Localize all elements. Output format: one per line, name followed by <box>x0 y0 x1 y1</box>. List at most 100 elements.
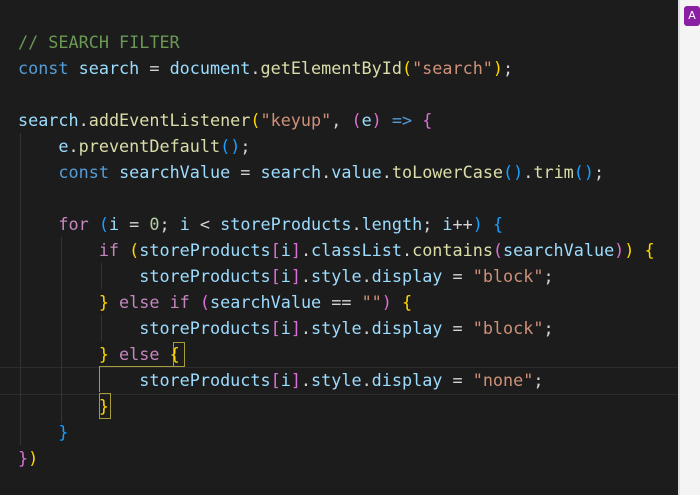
code-token: ; <box>543 318 554 338</box>
code-token: } <box>58 422 69 442</box>
code-token: . <box>78 110 89 130</box>
code-token: searchValue <box>503 240 615 260</box>
code-token: . <box>300 266 312 286</box>
code-token: ( <box>401 58 413 78</box>
code-line[interactable]: storeProducts[i].style.display = "block"… <box>18 315 554 341</box>
code-token: "block" <box>472 318 544 338</box>
code-editor[interactable]: // SEARCH FILTER const search = document.… <box>0 0 678 495</box>
code-token: . <box>321 162 332 182</box>
code-token: const <box>58 162 109 182</box>
code-token: storeProducts <box>139 266 271 286</box>
code-token: length <box>361 214 423 234</box>
code-token: i <box>280 370 291 390</box>
code-line[interactable]: storeProducts[i].style.display = "block"… <box>18 263 553 289</box>
code-line[interactable]: } <box>18 419 69 445</box>
code-token: storeProducts <box>139 240 271 260</box>
code-token: ( <box>351 110 362 130</box>
code-token: } <box>98 396 109 416</box>
code-token: style <box>311 370 362 390</box>
code-token: [ <box>270 370 281 390</box>
code-token: ] <box>290 370 301 390</box>
code-line[interactable]: storeProducts[i].style.display = "none"; <box>18 367 543 393</box>
code-token: const <box>18 58 69 78</box>
code-token: toLowerCase <box>391 162 504 182</box>
code-token: if <box>98 240 120 260</box>
code-token: == <box>321 292 362 312</box>
code-token: . <box>401 240 413 260</box>
code-token: ) <box>624 240 635 260</box>
code-token: = <box>442 370 473 390</box>
code-token: "" <box>361 292 382 312</box>
code-token: storeProducts <box>220 214 352 234</box>
code-token: [ <box>270 318 281 338</box>
code-token: . <box>361 318 372 338</box>
code-line[interactable]: }) <box>18 445 38 471</box>
code-token: . <box>300 370 312 390</box>
code-token: i <box>280 240 291 260</box>
code-token: contains <box>412 240 493 260</box>
code-token: classList <box>311 240 402 260</box>
code-token: = <box>230 162 261 182</box>
code-token: "block" <box>472 266 544 286</box>
code-token: "search" <box>412 58 493 78</box>
code-token: ; <box>503 58 514 78</box>
code-token: ( <box>199 292 211 312</box>
code-token: ) <box>492 58 504 78</box>
code-line[interactable]: // SEARCH FILTER <box>18 29 180 55</box>
code-token: < <box>189 214 221 234</box>
code-token: document <box>169 58 251 78</box>
code-line[interactable]: } else { <box>18 341 180 367</box>
code-token: ( <box>129 240 140 260</box>
code-line[interactable]: search.addEventListener("keyup", (e) => … <box>18 107 432 133</box>
code-line[interactable]: } <box>18 393 109 419</box>
code-line[interactable]: const searchValue = search.value.toLower… <box>18 159 604 185</box>
code-line[interactable]: e.preventDefault(); <box>18 133 250 159</box>
code-token: ] <box>290 318 301 338</box>
code-token: e <box>361 110 372 130</box>
code-token: getElementById <box>260 58 402 78</box>
code-token: "keyup" <box>260 110 332 130</box>
code-token: display <box>371 266 443 286</box>
code-line[interactable]: for (i = 0; i < storeProducts.length; i+… <box>18 211 503 237</box>
side-panel <box>678 0 700 495</box>
code-line[interactable]: if (storeProducts[i].classList.contains(… <box>18 237 655 263</box>
code-token: } <box>98 292 109 312</box>
code-token: if <box>169 292 190 312</box>
app-badge-icon[interactable]: A <box>684 6 700 26</box>
code-token: ; <box>422 214 443 234</box>
code-token: ++ <box>452 214 473 234</box>
code-token: = <box>139 58 170 78</box>
code-line[interactable]: } else if (searchValue == "") { <box>18 289 412 315</box>
code-token: trim <box>533 162 574 182</box>
code-token: "none" <box>472 370 534 390</box>
code-token: i <box>179 214 190 234</box>
code-line[interactable]: const search = document.getElementById("… <box>18 55 513 81</box>
code-token: for <box>58 214 89 234</box>
code-token: () <box>503 162 524 182</box>
code-token: . <box>523 162 534 182</box>
code-token: . <box>250 58 261 78</box>
code-token: value <box>331 162 382 182</box>
code-token: searchValue <box>119 162 231 182</box>
code-token: () <box>573 162 594 182</box>
code-token: () <box>220 136 241 156</box>
code-token: => <box>381 110 423 130</box>
code-token: ) <box>614 240 625 260</box>
code-token: [ <box>270 240 281 260</box>
code-token: ; <box>240 136 251 156</box>
code-token: // SEARCH FILTER <box>18 32 180 52</box>
code-token: ) <box>472 214 483 234</box>
